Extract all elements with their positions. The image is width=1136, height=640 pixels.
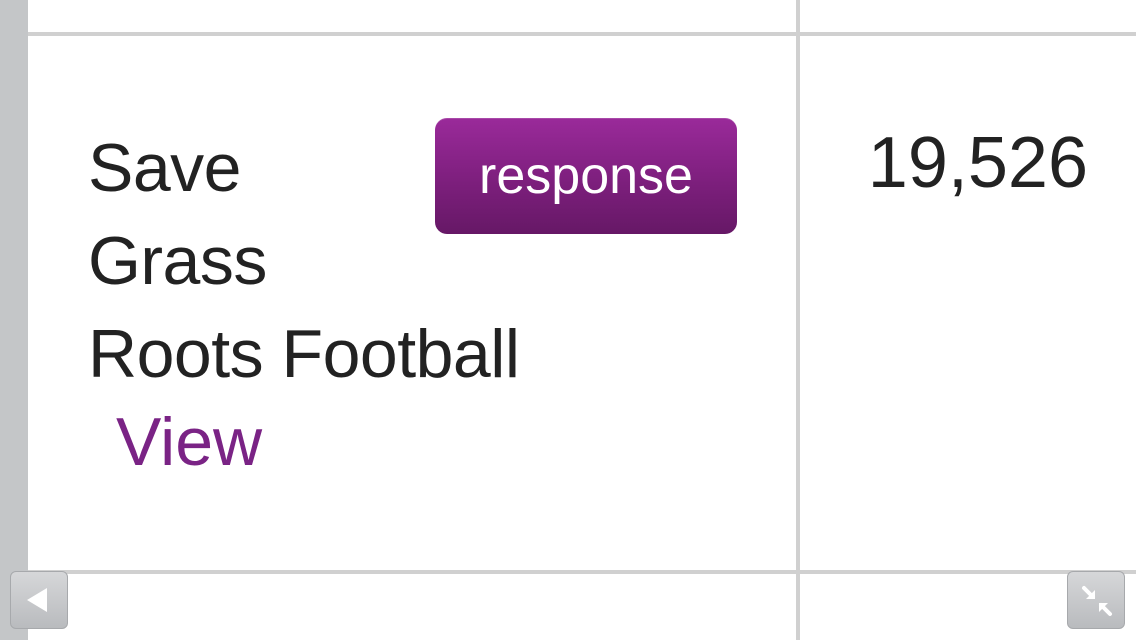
- collapse-arrows-icon: [1082, 586, 1112, 616]
- left-rail: [0, 0, 28, 640]
- petition-title-line: Roots Football: [88, 316, 520, 392]
- back-button[interactable]: [10, 571, 68, 629]
- row-divider-bottom: [28, 570, 1136, 574]
- collapse-button[interactable]: [1067, 571, 1125, 629]
- view-link[interactable]: View: [116, 396, 262, 489]
- row-divider-top: [28, 32, 1136, 36]
- column-divider: [796, 0, 800, 640]
- petition-table-view: Save Grass Roots Football View response …: [0, 0, 1136, 640]
- signature-count: 19,526: [867, 123, 1088, 203]
- response-badge[interactable]: response: [435, 118, 737, 234]
- triangle-left-icon: [27, 588, 47, 612]
